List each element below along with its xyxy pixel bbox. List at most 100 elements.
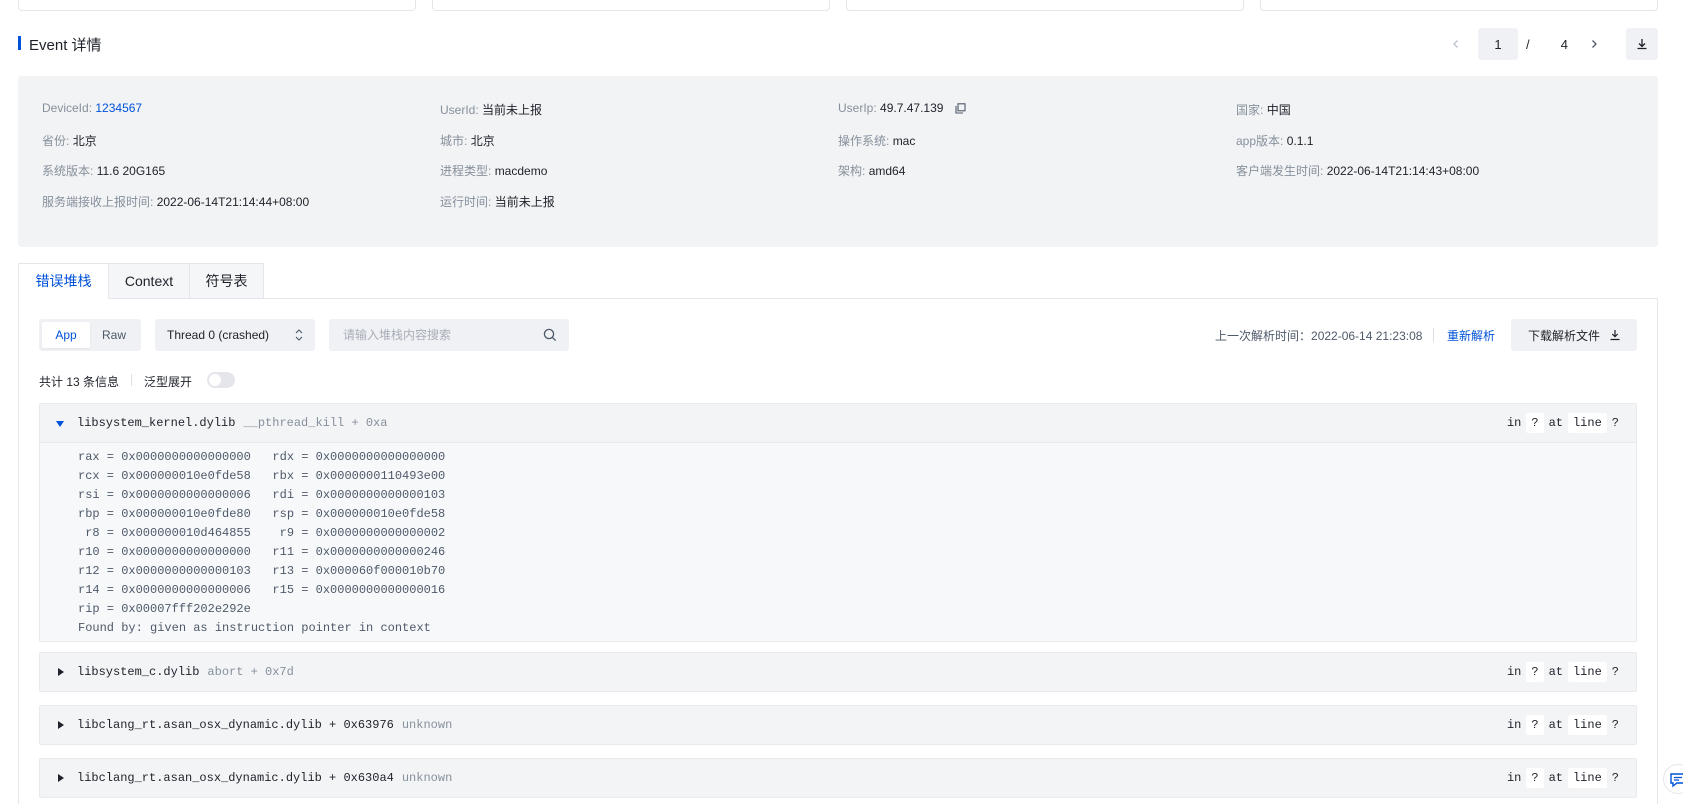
in-keyword: in <box>1506 416 1522 430</box>
device-id-link[interactable]: 1234567 <box>95 101 142 115</box>
info-value: 2022-06-14T21:14:44+08:00 <box>156 195 310 209</box>
generic-expand-label: 泛型展开 <box>144 375 193 389</box>
info-country: 国家: 中国 <box>1236 101 1291 118</box>
info-label: UserIp: <box>838 101 877 115</box>
caret-right-icon[interactable] <box>58 721 64 729</box>
at-keyword: at <box>1548 771 1563 785</box>
tab-context[interactable]: Context <box>108 263 190 299</box>
info-label: 系统版本: <box>42 164 94 178</box>
info-app-version: app版本: 0.1.1 <box>1236 132 1313 149</box>
info-arch: 架构: amd64 <box>838 162 905 179</box>
chevron-left-icon[interactable] <box>1440 28 1472 60</box>
info-city: 城市: 北京 <box>440 132 495 149</box>
frame-location: in ? at line ? <box>1502 714 1624 736</box>
info-province: 省份: 北京 <box>42 132 97 149</box>
page-total-value: 4 <box>1560 36 1568 52</box>
line-keyword: line <box>1567 413 1607 433</box>
file-value: ? <box>1526 662 1544 682</box>
page-current-input[interactable]: 1 <box>1478 28 1518 60</box>
file-value: ? <box>1526 413 1544 433</box>
info-sys-version: 系统版本: 11.6 20G165 <box>42 162 165 179</box>
info-value: amd64 <box>868 164 906 178</box>
info-label: 国家: <box>1236 103 1264 117</box>
mode-raw-button[interactable]: Raw <box>90 322 138 348</box>
page-separator: / <box>1526 36 1530 52</box>
caret-right-icon[interactable] <box>58 774 64 782</box>
info-value: 当前未上报 <box>482 103 543 117</box>
caret-down-icon[interactable] <box>56 421 64 427</box>
frame-title: libclang_rt.asan_osx_dynamic.dylib + 0x6… <box>77 771 452 785</box>
search-icon[interactable] <box>543 328 557 345</box>
caret-right-icon[interactable] <box>58 668 64 676</box>
frame-location: in ? at line ? <box>1502 412 1624 434</box>
info-label: 架构: <box>838 164 866 178</box>
info-value: 中国 <box>1266 103 1291 117</box>
file-value: ? <box>1526 715 1544 735</box>
at-keyword: at <box>1548 665 1563 679</box>
feedback-icon[interactable] <box>1663 764 1683 794</box>
download-icon[interactable] <box>1626 28 1658 60</box>
tab-symbol-table[interactable]: 符号表 <box>189 263 264 299</box>
info-label: 服务端接收上报时间: <box>42 195 154 209</box>
stack-frame-header[interactable]: libclang_rt.asan_osx_dynamic.dylib + 0x6… <box>40 706 1636 744</box>
info-label: DeviceId: <box>42 101 93 115</box>
info-value: 11.6 20G165 <box>96 164 166 178</box>
info-value: 当前未上报 <box>494 195 555 209</box>
info-label: 省份: <box>42 134 70 148</box>
info-label: UserId: <box>440 103 479 117</box>
in-keyword: in <box>1506 718 1522 732</box>
last-parse-info: 上一次解析时间：2022-06-14 21:23:08 <box>1215 327 1422 344</box>
info-user-id: UserId: 当前未上报 <box>440 101 542 118</box>
summary-card <box>846 0 1244 11</box>
line-value: ? <box>1611 718 1619 732</box>
stack-frame-header[interactable]: libclang_rt.asan_osx_dynamic.dylib + 0x6… <box>40 759 1636 797</box>
frame-title: libclang_rt.asan_osx_dynamic.dylib + 0x6… <box>77 718 452 732</box>
mode-segmented-control: App Raw <box>39 319 141 351</box>
download-parse-file-button[interactable]: 下载解析文件 <box>1511 319 1637 351</box>
reparse-link[interactable]: 重新解析 <box>1447 327 1495 344</box>
info-value: 2022-06-14T21:14:43+08:00 <box>1326 164 1480 178</box>
event-pager: 1 / 4 <box>1453 28 1658 60</box>
download-icon <box>1609 329 1621 344</box>
divider <box>131 374 132 386</box>
event-detail-header: Event 详情 1 / 4 <box>18 28 1658 60</box>
line-value: ? <box>1611 665 1619 679</box>
line-keyword: line <box>1567 768 1607 788</box>
stack-frame: libclang_rt.asan_osx_dynamic.dylib + 0x6… <box>39 705 1637 745</box>
generic-expand-toggle[interactable] <box>207 372 235 388</box>
info-os: 操作系统: mac <box>838 132 915 149</box>
frame-title: libsystem_kernel.dylib __pthread_kill + 0… <box>77 416 387 430</box>
thread-select[interactable]: Thread 0 (crashed) <box>155 319 315 351</box>
file-value: ? <box>1526 768 1544 788</box>
info-value: 49.7.47.139 <box>880 101 944 115</box>
info-value: 北京 <box>470 134 495 148</box>
mode-app-button[interactable]: App <box>42 322 90 348</box>
chevron-right-icon[interactable] <box>1578 28 1610 60</box>
register-dump: rax = 0x0000000000000000 rdx = 0x0000000… <box>40 442 1636 641</box>
info-run-time: 运行时间: 当前未上报 <box>440 193 555 210</box>
line-value: ? <box>1611 771 1619 785</box>
page-title: Event 详情 <box>29 37 102 54</box>
stack-search <box>329 319 569 351</box>
copy-icon[interactable] <box>955 103 966 117</box>
divider <box>1433 328 1434 342</box>
info-value: mac <box>892 134 916 148</box>
frame-lib: libclang_rt.asan_osx_dynamic.dylib + 0x6… <box>77 771 394 785</box>
info-value: 北京 <box>72 134 97 148</box>
summary-card <box>1260 0 1658 11</box>
line-value: ? <box>1611 416 1619 430</box>
stack-frame-header[interactable]: libsystem_kernel.dylib __pthread_kill + 0… <box>40 404 1636 442</box>
last-parse-label: 上一次解析时间： <box>1215 329 1312 343</box>
frame-function: unknown <box>401 771 453 785</box>
line-keyword: line <box>1567 715 1607 735</box>
info-user-ip: UserIp: 49.7.47.139 <box>838 101 966 117</box>
stack-frame: libsystem_c.dylib abort + 0x7d in ? at li… <box>39 652 1637 692</box>
stack-search-input[interactable] <box>329 319 539 351</box>
tab-error-stack[interactable]: 错误堆栈 <box>18 263 109 299</box>
frame-title: libsystem_c.dylib abort + 0x7d <box>77 665 294 679</box>
line-keyword: line <box>1567 662 1607 682</box>
stack-frame: libclang_rt.asan_osx_dynamic.dylib + 0x6… <box>39 758 1637 798</box>
sort-icon <box>295 327 303 346</box>
event-info-panel: DeviceId: 1234567 UserId: 当前未上报 UserIp: … <box>18 76 1658 247</box>
stack-frame-header[interactable]: libsystem_c.dylib abort + 0x7d in ? at li… <box>40 653 1636 691</box>
